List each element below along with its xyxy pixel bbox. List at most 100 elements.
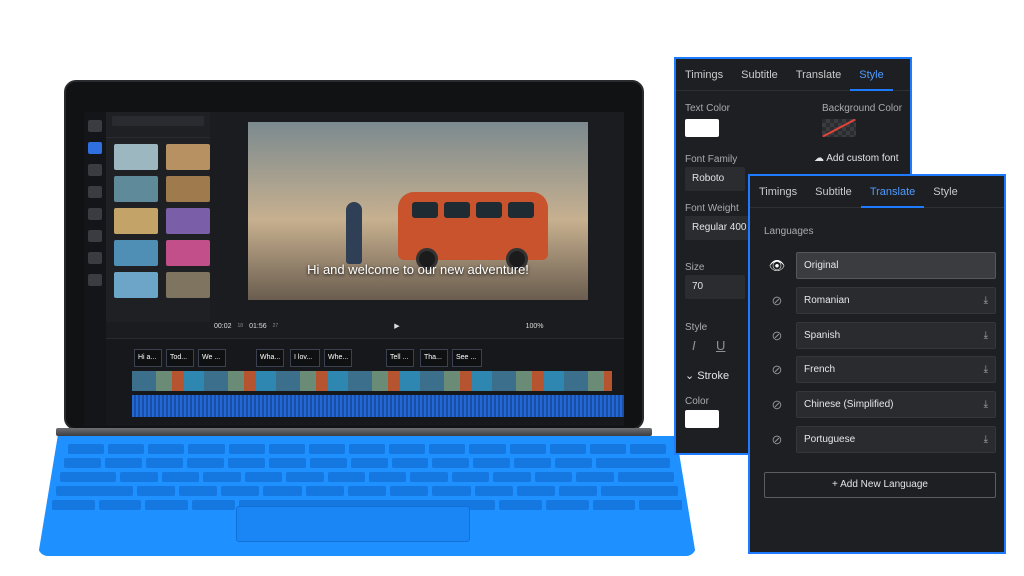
- key-row: [56, 486, 678, 496]
- add-new-language-button[interactable]: + Add New Language: [764, 472, 996, 498]
- overlays-icon[interactable]: [88, 186, 102, 198]
- language-row-chinese-simplified: ⊘ Chinese (Simplified) ⤓: [764, 391, 996, 418]
- media-thumb[interactable]: [114, 208, 158, 234]
- download-icon[interactable]: ⤓: [984, 434, 988, 445]
- chevron-down-icon: ⌄: [685, 370, 695, 382]
- audio-icon[interactable]: [88, 164, 102, 176]
- total-time: 01:56: [249, 322, 267, 330]
- audio-track[interactable]: [132, 395, 624, 417]
- media-thumb[interactable]: [166, 208, 210, 234]
- caption-clip[interactable]: Tod...: [166, 349, 194, 367]
- language-item-original[interactable]: Original: [796, 252, 996, 279]
- background-color-swatch[interactable]: [822, 119, 856, 137]
- tab-subtitle[interactable]: Subtitle: [732, 59, 787, 91]
- tab-timings[interactable]: Timings: [676, 59, 732, 91]
- style-label: Style: [685, 322, 708, 333]
- media-thumb[interactable]: [114, 272, 158, 298]
- caption-clip[interactable]: Whe...: [324, 349, 352, 367]
- transitions-icon[interactable]: [88, 274, 102, 286]
- eye-off-icon[interactable]: ⊘: [764, 397, 790, 413]
- italic-icon[interactable]: I: [692, 338, 696, 353]
- media-thumbnails: [106, 138, 210, 304]
- translate-panel-tabs: Timings Subtitle Translate Style: [750, 176, 1004, 208]
- languages-label: Languages: [764, 226, 814, 237]
- media-thumb[interactable]: [114, 144, 158, 170]
- caption-clip[interactable]: We ...: [198, 349, 226, 367]
- media-panel: [106, 112, 210, 322]
- stroke-toggle[interactable]: ⌄ Stroke: [685, 369, 729, 382]
- size-input[interactable]: 70: [685, 275, 745, 299]
- current-time-frames: 18: [237, 323, 244, 329]
- add-custom-font-button[interactable]: ☁ Add custom font: [814, 153, 899, 164]
- video-preview[interactable]: Hi and welcome to our new adventure!: [248, 122, 588, 300]
- shapes-icon[interactable]: [88, 252, 102, 264]
- language-item-chinese-simplified[interactable]: Chinese (Simplified) ⤓: [796, 391, 996, 418]
- subtitle-translate-panel: Timings Subtitle Translate Style Languag…: [748, 174, 1006, 554]
- caption-clip[interactable]: Wha...: [256, 349, 284, 367]
- underline-icon[interactable]: U: [716, 338, 725, 353]
- caption-clip[interactable]: Tha...: [420, 349, 448, 367]
- caption-clip[interactable]: I lov...: [290, 349, 320, 367]
- tab-style[interactable]: Style: [924, 176, 966, 208]
- keyboard-cover: [38, 436, 696, 556]
- media-search-input[interactable]: [112, 116, 204, 126]
- media-header: [106, 116, 210, 138]
- eye-off-icon[interactable]: ⊘: [764, 293, 790, 309]
- font-weight-select[interactable]: Regular 400: [685, 216, 749, 240]
- download-icon[interactable]: ⤓: [984, 330, 988, 341]
- media-thumb[interactable]: [166, 240, 210, 266]
- tab-translate[interactable]: Translate: [787, 59, 850, 91]
- tab-translate[interactable]: Translate: [860, 176, 925, 208]
- language-item-french[interactable]: French ⤓: [796, 356, 996, 383]
- language-row-romanian: ⊘ Romanian ⤓: [764, 287, 996, 314]
- font-family-label: Font Family: [685, 154, 738, 165]
- eye-off-icon[interactable]: ⊘: [764, 362, 790, 378]
- preview-person: [346, 202, 362, 264]
- caption-clip[interactable]: Hi a...: [134, 349, 162, 367]
- laptop-device: Hi and welcome to our new adventure! 00:…: [0, 0, 700, 576]
- laptop-hinge: [56, 428, 652, 436]
- media-thumb[interactable]: [114, 240, 158, 266]
- media-thumb[interactable]: [166, 176, 210, 202]
- language-item-romanian[interactable]: Romanian ⤓: [796, 287, 996, 314]
- style-panel-tabs: Timings Subtitle Translate Style: [676, 59, 910, 91]
- language-item-portuguese[interactable]: Portuguese ⤓: [796, 426, 996, 453]
- language-item-spanish[interactable]: Spanish ⤓: [796, 322, 996, 349]
- media-thumb[interactable]: [166, 144, 210, 170]
- language-name: Original: [804, 260, 839, 271]
- media-thumb[interactable]: [166, 272, 210, 298]
- eye-icon[interactable]: 👁: [764, 258, 790, 274]
- library-icon[interactable]: [88, 120, 102, 132]
- language-row-portuguese: ⊘ Portuguese ⤓: [764, 426, 996, 453]
- download-icon[interactable]: ⤓: [984, 295, 988, 306]
- stock-icon[interactable]: [88, 142, 102, 154]
- media-thumb[interactable]: [114, 176, 158, 202]
- caption-clip[interactable]: See ...: [452, 349, 482, 367]
- text-icon[interactable]: [88, 230, 102, 242]
- tab-subtitle[interactable]: Subtitle: [806, 176, 861, 208]
- language-name: Chinese (Simplified): [804, 399, 894, 410]
- total-time-frames: 27: [272, 323, 279, 329]
- stroke-color-swatch[interactable]: [685, 410, 719, 428]
- tab-style[interactable]: Style: [850, 59, 893, 91]
- subtitle-overlay: Hi and welcome to our new adventure!: [307, 262, 529, 277]
- eye-off-icon[interactable]: ⊘: [764, 328, 790, 344]
- language-row-spanish: ⊘ Spanish ⤓: [764, 322, 996, 349]
- stroke-color-label: Color: [685, 396, 709, 407]
- text-color-swatch[interactable]: [685, 119, 719, 137]
- download-icon[interactable]: ⤓: [984, 399, 988, 410]
- video-track[interactable]: [132, 371, 612, 391]
- cloud-upload-icon: ☁: [814, 153, 824, 164]
- caption-clip[interactable]: Tell ...: [386, 349, 414, 367]
- eye-off-icon[interactable]: ⊘: [764, 432, 790, 448]
- key-row: [60, 472, 675, 482]
- timeline: Hi a... Tod... We ... Wha... I lov... Wh…: [106, 338, 624, 426]
- language-name: French: [804, 364, 836, 375]
- download-icon[interactable]: ⤓: [984, 364, 988, 375]
- tab-timings[interactable]: Timings: [750, 176, 806, 208]
- font-family-select[interactable]: Roboto: [685, 167, 745, 191]
- size-label: Size: [685, 262, 705, 273]
- language-row-original: 👁 Original: [764, 252, 996, 279]
- actions-icon[interactable]: [88, 208, 102, 220]
- play-icon[interactable]: ▶: [394, 322, 399, 330]
